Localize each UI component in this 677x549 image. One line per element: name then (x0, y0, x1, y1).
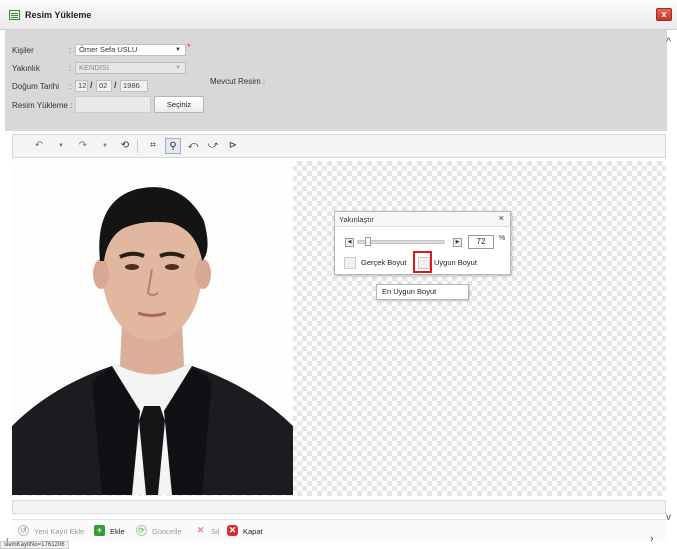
undo-icon[interactable]: ↶ (31, 138, 47, 154)
real-size-label: Gerçek Boyut (361, 258, 407, 267)
toolbar-divider (137, 139, 138, 153)
image-toolbar: ↶ ▼ ↷ ▼ ⟲ ⌗ ⚲ ⤺ ⤻ ⊳ (12, 134, 666, 158)
rotate-left-icon[interactable]: ⤺ (185, 138, 201, 154)
zoom-panel-title: Yakınlaştır (339, 215, 374, 224)
new-record-button[interactable]: Yeni Kayıt Ekle (34, 527, 84, 536)
refresh-icon: ⟳ (136, 525, 147, 536)
dogum-tarihi-label: Doğum Tarihi (12, 82, 59, 91)
fit-size-label: Uygun Boyut (434, 258, 477, 267)
birth-year-field: 1986 (120, 80, 148, 92)
zoom-panel-header: Yakınlaştır × (335, 212, 510, 227)
scroll-right-icon[interactable]: › (650, 533, 654, 545)
scroll-up-icon[interactable]: ^ (666, 36, 671, 48)
kisiler-label: Kişiler (12, 46, 34, 55)
close-button[interactable]: Kapat (243, 527, 263, 536)
redo-dropdown-icon[interactable]: ▼ (97, 138, 113, 154)
yakinlik-label: Yakınlık (12, 64, 40, 73)
crop-icon[interactable]: ⌗ (145, 138, 161, 154)
colon: : (69, 46, 72, 55)
kisiler-select[interactable]: Ömer Sefa USLU ▼ (75, 44, 186, 56)
delete-button[interactable]: Sil (211, 527, 219, 536)
resim-yukleme-label: Resim Yükleme : (12, 101, 73, 110)
action-bar: ↺ Yeni Kayıt Ekle + Ekle ⟳ Güncelle ✕ Si… (12, 519, 666, 541)
chevron-down-icon: ▼ (175, 65, 181, 71)
flip-icon[interactable]: ⊳ (225, 138, 241, 154)
window-titlebar: Resim Yükleme x (0, 0, 677, 30)
file-path-field[interactable] (75, 96, 151, 113)
zoom-value-field[interactable]: 72 (468, 235, 494, 249)
date-separator: / (90, 80, 93, 90)
zoom-increase-icon[interactable]: ▶ (453, 238, 462, 247)
new-record-icon: ↺ (18, 525, 29, 536)
colon: : (69, 82, 72, 91)
redo-icon[interactable]: ↷ (75, 138, 91, 154)
scroll-down-icon[interactable]: v (666, 512, 671, 523)
colon: : (69, 64, 72, 73)
kisiler-value: Ömer Sefa USLU (79, 45, 138, 54)
close-icon: ✕ (227, 525, 238, 536)
window-close-button[interactable]: x (656, 8, 672, 21)
rotate-right-icon[interactable]: ⤻ (205, 138, 221, 154)
zoom-slider-thumb[interactable] (364, 237, 371, 246)
required-mark: * (187, 42, 191, 52)
zoom-decrease-icon[interactable]: ◀ (345, 238, 354, 247)
add-button[interactable]: Ekle (110, 527, 125, 536)
yakinlik-select: KENDİSİ ▼ (75, 62, 186, 74)
zoom-unit: % (499, 235, 506, 242)
window-title: Resim Yükleme (25, 10, 92, 20)
date-separator: / (114, 80, 117, 90)
plus-icon: + (94, 525, 105, 536)
birth-day-field: 12 (75, 80, 88, 92)
real-size-checkbox[interactable] (344, 257, 356, 269)
tooltip: En Uygun Boyut (376, 284, 469, 300)
editor-footer (12, 500, 666, 514)
reset-icon[interactable]: ⟲ (117, 138, 133, 154)
birth-month-field: 02 (96, 80, 112, 92)
portrait-photo (12, 161, 293, 495)
form-icon (9, 10, 20, 20)
status-text: slemKayitNo=1761206 (0, 541, 69, 549)
chevron-down-icon: ▼ (175, 47, 181, 53)
zoom-close-icon[interactable]: × (499, 213, 504, 223)
zoom-icon[interactable]: ⚲ (165, 138, 181, 154)
select-file-button[interactable]: Seçiniz (154, 96, 204, 113)
yakinlik-value: KENDİSİ (79, 63, 110, 72)
undo-dropdown-icon[interactable]: ▼ (53, 138, 69, 154)
highlight-box (413, 251, 432, 273)
mevcut-resim-label: Mevcut Resim : (210, 77, 266, 86)
update-button[interactable]: Güncelle (152, 527, 182, 536)
delete-x-icon: ✕ (196, 525, 205, 535)
